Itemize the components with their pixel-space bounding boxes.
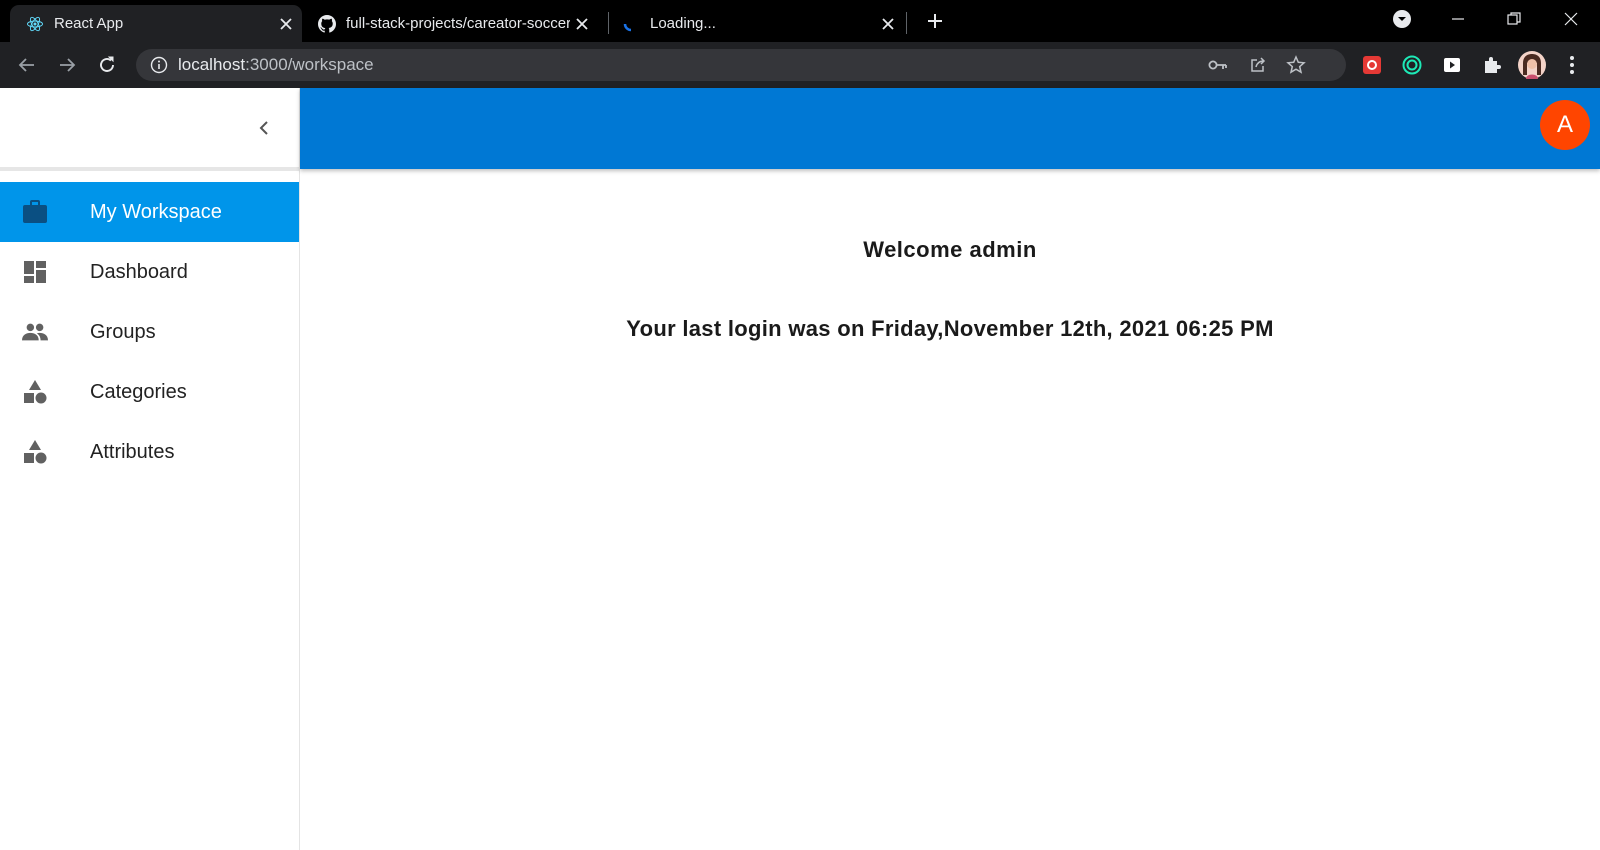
github-icon	[318, 14, 336, 33]
browser-toolbar: localhost:3000/workspace	[0, 42, 1600, 88]
bookmark-star-icon[interactable]	[1284, 55, 1308, 75]
profile-avatar-icon[interactable]	[1518, 51, 1546, 79]
close-icon[interactable]	[876, 12, 900, 36]
url-text: localhost:3000/workspace	[178, 55, 374, 75]
reload-button[interactable]	[93, 51, 121, 79]
sidebar-divider	[0, 167, 299, 171]
url-path: :3000/workspace	[245, 55, 374, 74]
user-avatar[interactable]: A	[1540, 100, 1590, 150]
tab-search-button[interactable]	[1378, 0, 1426, 38]
close-icon[interactable]	[274, 12, 298, 36]
back-button[interactable]	[13, 51, 41, 79]
key-icon[interactable]	[1206, 55, 1230, 75]
sidebar-item-dashboard[interactable]: Dashboard	[0, 242, 299, 302]
browser-tab-bar: React App full-stack-projects/careator-s…	[0, 0, 1600, 42]
sidebar-item-my-workspace[interactable]: My Workspace	[0, 182, 299, 242]
chevron-left-icon[interactable]	[252, 116, 276, 140]
sidebar-item-label: Attributes	[90, 440, 175, 463]
people-icon	[22, 320, 48, 344]
extensions-puzzle-icon[interactable]	[1480, 53, 1504, 77]
react-icon	[26, 15, 44, 33]
sidebar-header	[0, 88, 299, 167]
site-info-icon[interactable]	[150, 56, 168, 74]
minimize-button[interactable]	[1434, 0, 1482, 38]
sidebar-item-label: Dashboard	[90, 260, 188, 283]
browser-tab-github[interactable]: full-stack-projects/careator-soccer	[302, 5, 598, 42]
sidebar-item-categories[interactable]: Categories	[0, 362, 299, 422]
extension-red-icon[interactable]	[1360, 53, 1384, 77]
share-icon[interactable]	[1246, 55, 1270, 75]
extension-video-icon[interactable]	[1440, 53, 1464, 77]
restore-button[interactable]	[1490, 0, 1538, 38]
welcome-heading: Welcome admin	[863, 237, 1037, 262]
extension-target-icon[interactable]	[1400, 53, 1424, 77]
browser-tab-loading[interactable]: Loading...	[608, 5, 904, 42]
browser-tab-react-app[interactable]: React App	[10, 5, 302, 42]
main-content: Welcome admin Your last login was on Fri…	[300, 169, 1600, 850]
sidebar: My Workspace Dashboard Groups Categories…	[0, 88, 300, 850]
sidebar-item-label: My Workspace	[90, 200, 222, 223]
close-icon[interactable]	[570, 12, 594, 36]
sidebar-item-attributes[interactable]: Attributes	[0, 422, 299, 482]
forward-button[interactable]	[53, 51, 81, 79]
tab-separator	[906, 12, 907, 34]
browser-menu-icon[interactable]	[1560, 53, 1584, 77]
close-window-button[interactable]	[1547, 0, 1595, 38]
sidebar-item-label: Groups	[90, 320, 156, 343]
tab-title: Loading...	[650, 15, 716, 32]
briefcase-icon	[22, 200, 48, 224]
category-icon	[22, 440, 48, 464]
sidebar-nav: My Workspace Dashboard Groups Categories…	[0, 182, 299, 482]
tab-title: full-stack-projects/careator-soccer	[346, 15, 570, 32]
new-tab-button[interactable]	[922, 8, 948, 34]
dashboard-icon	[22, 260, 48, 284]
address-bar[interactable]: localhost:3000/workspace	[136, 49, 1346, 81]
sidebar-item-label: Categories	[90, 380, 187, 403]
app-header: A	[300, 88, 1600, 169]
category-icon	[22, 380, 48, 404]
loading-spinner-icon	[622, 15, 640, 33]
sidebar-item-groups[interactable]: Groups	[0, 302, 299, 362]
last-login-text: Your last login was on Friday,November 1…	[626, 316, 1274, 341]
tab-title: React App	[54, 15, 124, 32]
url-host: localhost	[178, 55, 246, 74]
